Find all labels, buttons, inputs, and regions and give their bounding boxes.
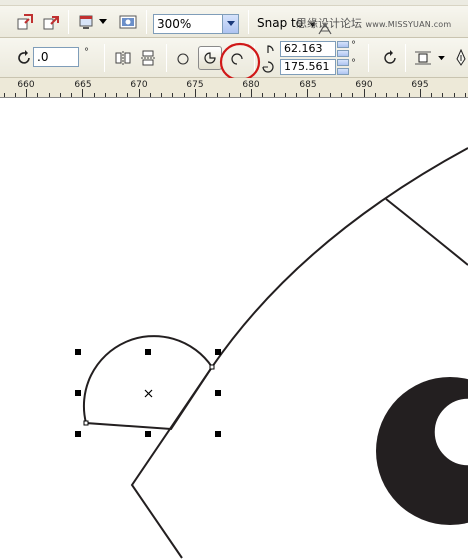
start-angle-value: 62.163: [284, 42, 323, 55]
ruler-tick: [149, 93, 151, 97]
spin-down-icon[interactable]: [337, 68, 349, 75]
ruler-tick: [239, 93, 241, 97]
ruler-tick: [307, 89, 309, 97]
ruler-tick: [183, 93, 185, 97]
import-icon[interactable]: [14, 11, 36, 33]
application-launcher-icon[interactable]: [76, 11, 98, 33]
ruler-tick: [3, 93, 5, 97]
ruler-tick: [419, 89, 421, 97]
rotation-angle-value: .0: [37, 50, 49, 64]
start-angle-input[interactable]: 62.163: [280, 41, 336, 57]
degree-label: °: [351, 58, 356, 69]
end-angle-input[interactable]: 175.561: [280, 59, 336, 75]
spin-up-icon[interactable]: [337, 59, 349, 66]
outline-pen-icon[interactable]: [450, 47, 468, 69]
fish-gill-line[interactable]: [385, 198, 468, 266]
ruler-tick: [116, 93, 117, 97]
canvas-artwork: [82, 147, 468, 559]
ruler-tick: [318, 93, 320, 97]
toolbar-separator: [248, 10, 249, 34]
toolbar-separator: [166, 44, 167, 72]
ruler-tick: [352, 93, 354, 97]
ruler-tick: [363, 89, 365, 97]
selection-handle[interactable]: [75, 390, 81, 396]
ruler-tick: [217, 93, 219, 97]
zoom-level-select[interactable]: 300%: [153, 14, 239, 34]
ruler-tick: [138, 89, 140, 97]
degree-label: °: [84, 47, 89, 58]
ruler-tick: [341, 93, 342, 97]
toolbar-separator: [68, 10, 69, 34]
ruler-tick: [82, 89, 84, 97]
watermark-url: www.MISSYUAN.com: [365, 20, 452, 29]
degree-label: °: [351, 40, 356, 51]
end-angle-value: 175.561: [284, 60, 330, 73]
end-angle-spinner[interactable]: [337, 59, 349, 75]
ruler-tick: [71, 93, 72, 97]
selection-handle[interactable]: [75, 431, 81, 437]
chevron-down-icon[interactable]: [97, 11, 109, 33]
export-icon[interactable]: [40, 11, 62, 33]
ruler-tick: [93, 93, 95, 97]
node-handle[interactable]: [209, 364, 215, 370]
ruler-tick: [228, 93, 230, 97]
ruler-tick: [48, 93, 50, 97]
ruler-tick: [206, 93, 207, 97]
ruler-tick: [329, 93, 331, 97]
property-bar: .0 ° 62.163 ° 175.561 °: [0, 38, 468, 82]
chevron-down-icon[interactable]: [222, 15, 238, 33]
node-handle[interactable]: [83, 420, 89, 426]
toolbar-separator: [104, 44, 105, 72]
selection-handle[interactable]: [215, 349, 221, 355]
mirror-vertical-icon[interactable]: [137, 47, 159, 69]
direction-icon[interactable]: [379, 47, 401, 69]
ruler-tick: [26, 89, 27, 97]
ruler-tick: [262, 93, 264, 97]
ruler-tick: [194, 89, 196, 97]
zoom-level-value: 300%: [157, 17, 192, 31]
selection-center-marker: [144, 389, 153, 398]
toolbar-separator: [146, 10, 147, 34]
ruler-tick: [127, 93, 129, 97]
ruler-tick: [59, 93, 61, 97]
standard-toolbar: 300% Snap to ▼ 思缘设计论坛 www.MISSYUAN.com: [0, 6, 468, 38]
rotation-angle-input[interactable]: .0: [33, 47, 79, 67]
selection-handle[interactable]: [145, 431, 151, 437]
ellipse-mode-icon[interactable]: [172, 48, 194, 70]
selection-handle[interactable]: [75, 349, 81, 355]
selection-handle[interactable]: [215, 390, 221, 396]
ruler-tick: [464, 93, 466, 97]
ruler-tick: [408, 93, 410, 97]
ruler-tick: [397, 93, 399, 97]
ruler-tick: [172, 93, 174, 97]
selection-handle[interactable]: [145, 349, 151, 355]
snap-options-icon[interactable]: [316, 18, 334, 40]
mirror-horizontal-icon[interactable]: [112, 47, 134, 69]
ruler-tick: [374, 93, 376, 97]
ruler-tick: [104, 93, 106, 97]
ruler-tick: [431, 93, 432, 97]
chevron-down-icon[interactable]: [436, 47, 446, 69]
horizontal-ruler: 660 665 670 675 680 685 690 695: [0, 78, 468, 98]
ruler-tick: [453, 93, 455, 97]
ruler-tick: [37, 93, 39, 97]
ruler-tick: [161, 93, 162, 97]
ruler-tick: [14, 93, 16, 97]
ruler-tick: [251, 89, 252, 97]
start-angle-spinner[interactable]: [337, 41, 349, 57]
wrap-text-icon[interactable]: [412, 47, 434, 69]
toolbar-separator: [405, 44, 406, 72]
toolbar-separator: [368, 44, 369, 72]
spin-up-icon[interactable]: [337, 41, 349, 48]
ruler-tick: [284, 93, 286, 97]
drawing-canvas[interactable]: [0, 99, 468, 559]
ruler-tick: [296, 93, 297, 97]
ruler-tick: [273, 93, 275, 97]
selection-handle[interactable]: [215, 431, 221, 437]
ruler-tick: [442, 93, 444, 97]
welcome-screen-icon[interactable]: [117, 11, 139, 33]
ruler-tick: [386, 93, 387, 97]
spin-down-icon[interactable]: [337, 50, 349, 57]
